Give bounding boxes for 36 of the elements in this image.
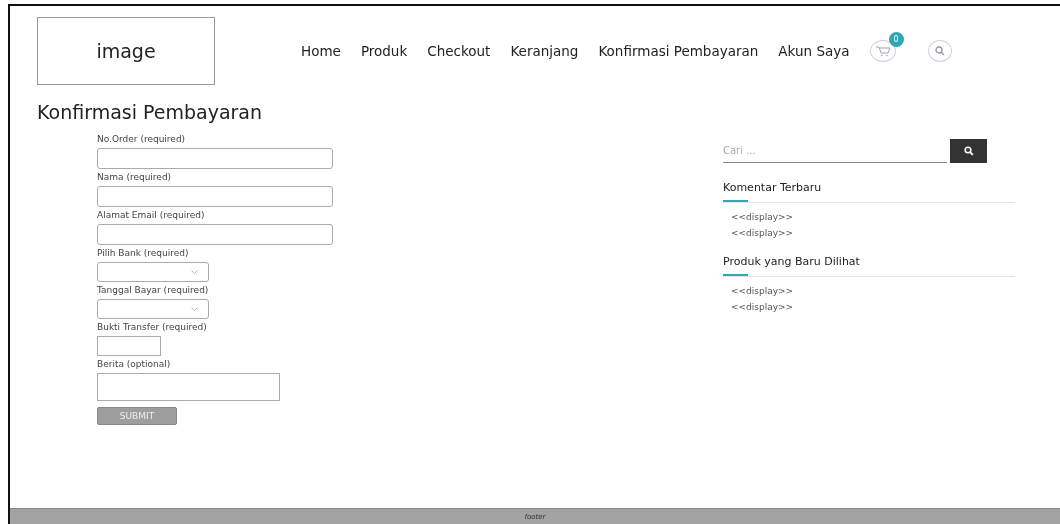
widget-item: <<display>>	[731, 286, 794, 296]
dropdown-field[interactable]	[97, 262, 209, 282]
field-label: Pilih Bank (required)	[97, 248, 189, 258]
widget-title: Komentar Terbaru	[723, 181, 822, 194]
widget-title: Produk yang Baru Dilihat	[723, 255, 860, 268]
logo-image: image	[37, 17, 215, 85]
dropdown-field[interactable]	[97, 299, 209, 319]
field-label: Nama (required)	[97, 172, 172, 182]
message-field[interactable]	[97, 373, 280, 401]
text-field[interactable]	[97, 224, 333, 245]
widget-item: <<display>>	[731, 212, 794, 222]
nav-link[interactable]: Konfirmasi Pembayaran	[598, 43, 759, 59]
chevron-icon	[191, 270, 198, 274]
search-button[interactable]	[950, 139, 987, 163]
search-icon	[934, 46, 945, 56]
text-field[interactable]	[97, 186, 333, 207]
field-label: Bukti Transfer (required)	[97, 322, 207, 332]
file-field[interactable]	[97, 336, 161, 356]
page-title: Konfirmasi Pembayaran	[37, 101, 264, 123]
nav-link[interactable]: Keranjang	[510, 43, 579, 59]
search-icon	[963, 146, 974, 156]
text-field[interactable]	[97, 148, 333, 169]
widget-item: <<display>>	[731, 302, 794, 312]
field-label: Tanggal Bayar (required)	[97, 285, 209, 295]
nav-link[interactable]: Produk	[360, 43, 408, 59]
cart-count-badge: 0	[888, 32, 904, 47]
field-label: Alamat Email (required)	[97, 210, 205, 220]
cart-button[interactable]	[869, 40, 896, 62]
nav-link[interactable]: Checkout	[427, 43, 491, 59]
cart-icon	[874, 45, 891, 57]
nav-link[interactable]: Akun Saya	[778, 43, 850, 59]
field-label: Berita (optional)	[97, 359, 171, 369]
widget-item: <<display>>	[731, 228, 794, 238]
nav-link[interactable]: Home	[301, 43, 341, 59]
field-label: No.Order (required)	[97, 134, 186, 144]
chevron-icon	[191, 307, 198, 311]
